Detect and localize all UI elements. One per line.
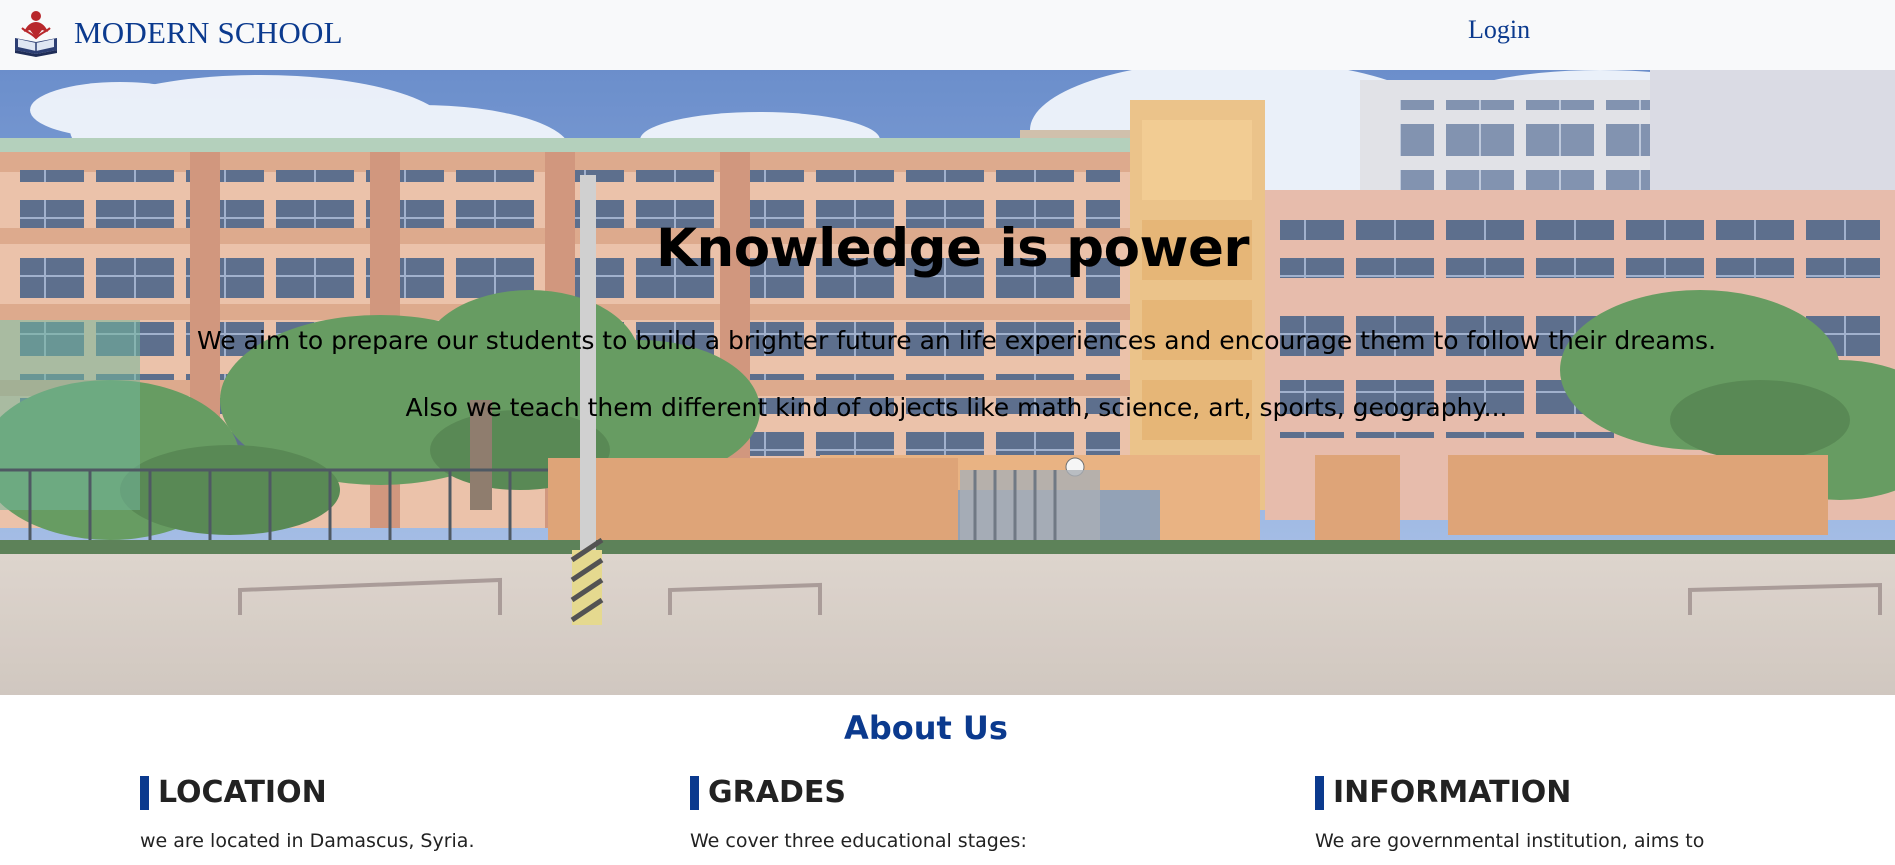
hero-title: Knowledge is power [655,218,1250,279]
school-book-logo-icon [15,11,57,57]
hero-paragraph-subjects: Also we teach them different kind of obj… [405,393,1508,422]
hero-banner: Knowledge is power We aim to prepare our… [0,70,1895,695]
hero-overlay [0,70,1895,695]
about-column-location: LOCATION we are located in Damascus, Syr… [140,776,475,854]
information-text: We are governmental institution, aims to [1315,830,1705,852]
grades-text: We cover three educational stages: [690,830,1027,852]
location-text: we are located in Damascus, Syria. [140,830,475,852]
about-column-grades: GRADES We cover three educational stages… [690,776,1027,854]
brand-link[interactable]: MODERN SCHOOL [12,8,343,58]
location-heading: LOCATION [140,776,475,810]
hero-paragraph-mission: We aim to prepare our students to build … [196,326,1717,355]
about-column-information: INFORMATION We are governmental institut… [1315,776,1704,854]
navbar: MODERN SCHOOL Login [0,0,1895,70]
login-link[interactable]: Login [1468,15,1530,45]
information-heading: INFORMATION [1315,776,1704,810]
grades-heading: GRADES [690,776,1027,810]
brand-name: MODERN SCHOOL [74,15,343,50]
about-us-title: About Us [844,709,1008,747]
